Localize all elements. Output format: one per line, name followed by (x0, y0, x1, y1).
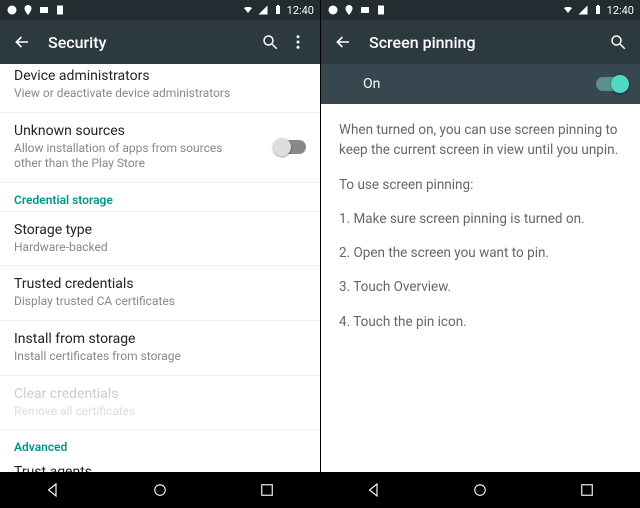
desc-paragraph: To use screen pinning: (339, 175, 622, 195)
app-bar: Screen pinning (321, 20, 640, 64)
status-time: 12:40 (287, 4, 314, 17)
nav-overview-button[interactable] (567, 478, 607, 502)
nav-back-button[interactable] (33, 478, 73, 502)
notif-document-icon (54, 4, 66, 16)
nav-home-button[interactable] (460, 478, 500, 502)
setting-title: Device administrators (14, 68, 306, 84)
setting-title: Unknown sources (14, 123, 306, 139)
search-button[interactable] (256, 33, 284, 51)
notif-card-icon (38, 4, 50, 16)
section-advanced: Advanced (0, 430, 320, 454)
toggle-label: On (363, 76, 380, 92)
setting-title: Install from storage (14, 331, 306, 347)
screen-pinning-description: When turned on, you can use screen pinni… (321, 104, 640, 472)
setting-subtitle: Display trusted CA certificates (14, 294, 306, 310)
notif-circle-icon (6, 4, 18, 16)
app-bar-title: Screen pinning (369, 33, 604, 52)
nav-home-button[interactable] (140, 478, 180, 502)
setting-subtitle: Allow installation of apps from sources … (14, 141, 244, 172)
desc-paragraph: When turned on, you can use screen pinni… (339, 120, 622, 161)
overflow-button[interactable] (284, 33, 312, 51)
setting-title: Trusted credentials (14, 276, 306, 292)
setting-title: Clear credentials (14, 386, 306, 402)
phone-left: 12:40 Security Device administrators Vie… (0, 0, 320, 508)
wifi-icon (562, 4, 574, 16)
navigation-bar (321, 472, 640, 508)
signal-icon (257, 4, 269, 16)
navigation-bar (0, 472, 320, 508)
setting-storage-type[interactable]: Storage type Hardware-backed (0, 212, 320, 267)
setting-device-administrators[interactable]: Device administrators View or deactivate… (0, 64, 320, 113)
wifi-icon (242, 4, 254, 16)
desc-step: 3. Touch Overview. (339, 277, 622, 297)
setting-clear-credentials: Clear credentials Remove all certificate… (0, 376, 320, 431)
notif-map-pin-icon (22, 4, 34, 16)
setting-install-from-storage[interactable]: Install from storage Install certificate… (0, 321, 320, 376)
setting-title: Trust agents (14, 464, 306, 472)
app-bar: Security (0, 20, 320, 64)
setting-unknown-sources[interactable]: Unknown sources Allow installation of ap… (0, 113, 320, 183)
desc-step: 4. Touch the pin icon. (339, 312, 622, 332)
back-button[interactable] (329, 33, 357, 51)
nav-back-button[interactable] (354, 478, 394, 502)
toggle-bar: On (321, 64, 640, 104)
app-bar-title: Security (48, 33, 256, 52)
setting-trusted-credentials[interactable]: Trusted credentials Display trusted CA c… (0, 266, 320, 321)
signal-icon (577, 4, 589, 16)
screen-pinning-toggle[interactable] (596, 77, 626, 91)
status-bar: 12:40 (0, 0, 320, 20)
search-button[interactable] (604, 33, 632, 51)
status-time: 12:40 (607, 4, 634, 17)
section-credential-storage: Credential storage (0, 183, 320, 212)
notif-circle-icon (327, 4, 339, 16)
desc-step: 2. Open the screen you want to pin. (339, 243, 622, 263)
status-bar: 12:40 (321, 0, 640, 20)
back-button[interactable] (8, 33, 36, 51)
battery-icon (272, 4, 284, 16)
notif-map-pin-icon (343, 4, 355, 16)
phone-right: 12:40 Screen pinning On When turned on, … (320, 0, 640, 508)
setting-subtitle: Hardware-backed (14, 240, 306, 256)
nav-overview-button[interactable] (247, 478, 287, 502)
battery-icon (592, 4, 604, 16)
notif-card-icon (359, 4, 371, 16)
setting-trust-agents[interactable]: Trust agents View or deactivate trust ag… (0, 454, 320, 472)
setting-title: Storage type (14, 222, 306, 238)
setting-subtitle: View or deactivate device administrators (14, 86, 306, 102)
setting-subtitle: Remove all certificates (14, 404, 306, 420)
desc-step: 1. Make sure screen pinning is turned on… (339, 209, 622, 229)
notif-document-icon (375, 4, 387, 16)
setting-subtitle: Install certificates from storage (14, 349, 306, 365)
settings-list[interactable]: Device administrators View or deactivate… (0, 64, 320, 472)
unknown-sources-toggle[interactable] (276, 140, 306, 154)
